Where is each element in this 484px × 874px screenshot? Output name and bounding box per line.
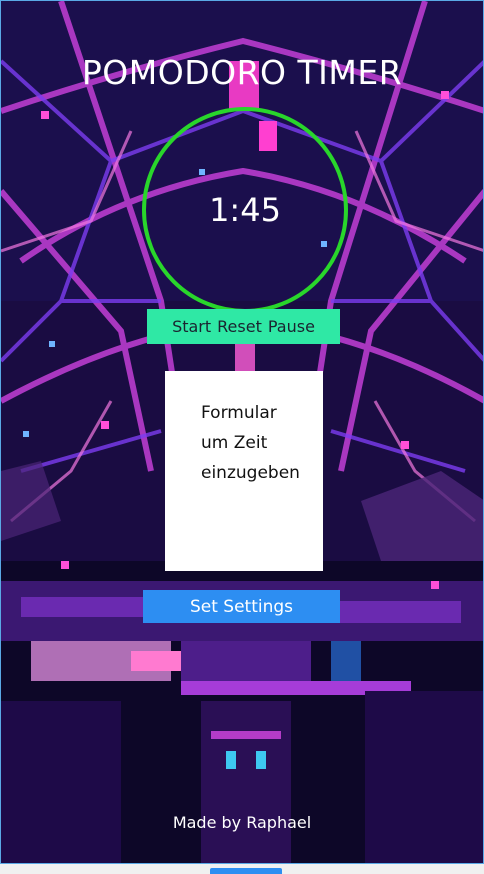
form-placeholder-line3: einzugeben: [201, 463, 300, 483]
reset-button[interactable]: Reset: [217, 317, 262, 336]
timer-display: 1:45: [209, 191, 281, 229]
page-title: POMODORO TIMER: [81, 53, 403, 92]
form-placeholder-line1: Formular: [201, 403, 277, 423]
form-placeholder-line2: um Zeit: [201, 433, 268, 453]
start-button[interactable]: Start: [172, 317, 211, 336]
set-settings-button[interactable]: Set Settings: [143, 590, 340, 623]
app-frame: POMODORO TIMER 1:45 Start Reset Pause Fo…: [0, 0, 484, 864]
bottom-tab-indicator[interactable]: [210, 868, 282, 874]
time-input-form[interactable]: Formular um Zeit einzugeben: [165, 371, 323, 571]
timer-controls: Start Reset Pause: [147, 309, 340, 344]
footer-credit: Made by Raphael: [172, 813, 312, 832]
pause-button[interactable]: Pause: [268, 317, 315, 336]
